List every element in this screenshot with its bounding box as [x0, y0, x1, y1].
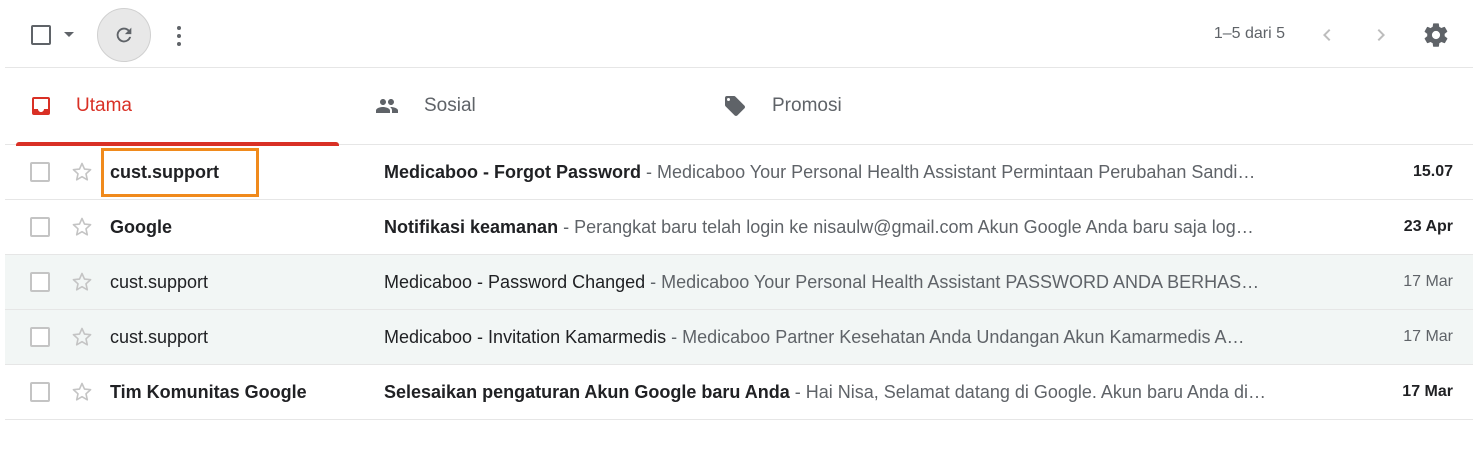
refresh-button[interactable]: [97, 8, 151, 62]
category-tabs: Utama Sosial Promosi: [5, 68, 1473, 146]
subject: Notifikasi keamanan: [384, 217, 559, 237]
star-icon[interactable]: [70, 160, 94, 184]
message-date: 15.07: [1412, 163, 1453, 180]
inbox-icon: [32, 97, 50, 115]
snippet: - Medicaboo Your Personal Health Assista…: [641, 162, 1256, 182]
message-content: Medicaboo - Password Changed - Medicaboo…: [384, 272, 1324, 293]
tab-utama[interactable]: Utama: [16, 68, 339, 146]
people-icon: [376, 99, 398, 113]
message-row[interactable]: Google Notifikasi keamanan - Perangkat b…: [5, 200, 1473, 255]
select-all-checkbox[interactable]: [31, 25, 51, 45]
tab-utama-label: Utama: [76, 95, 132, 116]
chevron-left-icon[interactable]: [1315, 22, 1339, 48]
snippet: - Hai Nisa, Selamat datang di Google. Ak…: [789, 382, 1267, 402]
message-date: 17 Mar: [1403, 328, 1453, 345]
message-content: Notifikasi keamanan - Perangkat baru tel…: [384, 217, 1324, 238]
message-date: 17 Mar: [1403, 273, 1453, 290]
row-checkbox[interactable]: [30, 382, 50, 402]
star-icon[interactable]: [70, 270, 94, 294]
tab-promosi-label: Promosi: [772, 95, 842, 116]
star-icon[interactable]: [70, 325, 94, 349]
message-row[interactable]: cust.support Medicaboo - Invitation Kama…: [5, 310, 1473, 365]
snippet: - Medicaboo Your Personal Health Assista…: [645, 272, 1260, 292]
star-icon[interactable]: [70, 215, 94, 239]
sender-name: Tim Komunitas Google: [110, 382, 307, 402]
highlight-annotation: [101, 148, 259, 197]
tag-icon: [725, 96, 745, 116]
star-icon[interactable]: [70, 380, 94, 404]
page-range: 1–5 dari 5: [1213, 25, 1285, 42]
row-checkbox[interactable]: [30, 272, 50, 292]
subject: Medicaboo - Invitation Kamarmedis: [384, 327, 667, 347]
snippet: - Medicaboo Partner Kesehatan Anda Undan…: [666, 327, 1245, 347]
sender-name: cust.support: [110, 327, 209, 347]
toolbar: 1–5 dari 5: [5, 0, 1473, 68]
message-row[interactable]: cust.support Medicaboo - Forgot Password…: [5, 145, 1473, 200]
sender-name: cust.support: [110, 272, 209, 292]
message-content: Selesaikan pengaturan Akun Google baru A…: [384, 382, 1324, 403]
sender-name: Google: [110, 217, 172, 237]
caret-down-icon[interactable]: [64, 32, 74, 37]
more-vert-icon[interactable]: [173, 24, 185, 48]
message-row[interactable]: cust.support Medicaboo - Password Change…: [5, 255, 1473, 310]
row-checkbox[interactable]: [30, 162, 50, 182]
message-content: Medicaboo - Invitation Kamarmedis - Medi…: [384, 327, 1324, 348]
subject: Selesaikan pengaturan Akun Google baru A…: [384, 382, 790, 402]
tab-promosi[interactable]: Promosi: [711, 68, 1041, 145]
subject: Medicaboo - Forgot Password: [384, 162, 642, 182]
gear-icon[interactable]: [1422, 21, 1450, 49]
chevron-right-icon[interactable]: [1369, 22, 1393, 48]
subject: Medicaboo - Password Changed: [384, 272, 646, 292]
message-date: 23 Apr: [1403, 218, 1453, 235]
row-checkbox[interactable]: [30, 327, 50, 347]
message-row[interactable]: Tim Komunitas Google Selesaikan pengatur…: [5, 365, 1473, 420]
row-checkbox[interactable]: [30, 217, 50, 237]
message-content: Medicaboo - Forgot Password - Medicaboo …: [384, 162, 1324, 183]
refresh-icon: [116, 27, 132, 43]
tab-sosial[interactable]: Sosial: [363, 68, 693, 145]
tab-sosial-label: Sosial: [424, 95, 476, 116]
snippet: - Perangkat baru telah login ke nisaulw@…: [558, 217, 1254, 237]
message-date: 17 Mar: [1402, 383, 1453, 400]
mail-list-panel: 1–5 dari 5 Utama Sosial Promosi cust.sup…: [5, 0, 1473, 462]
